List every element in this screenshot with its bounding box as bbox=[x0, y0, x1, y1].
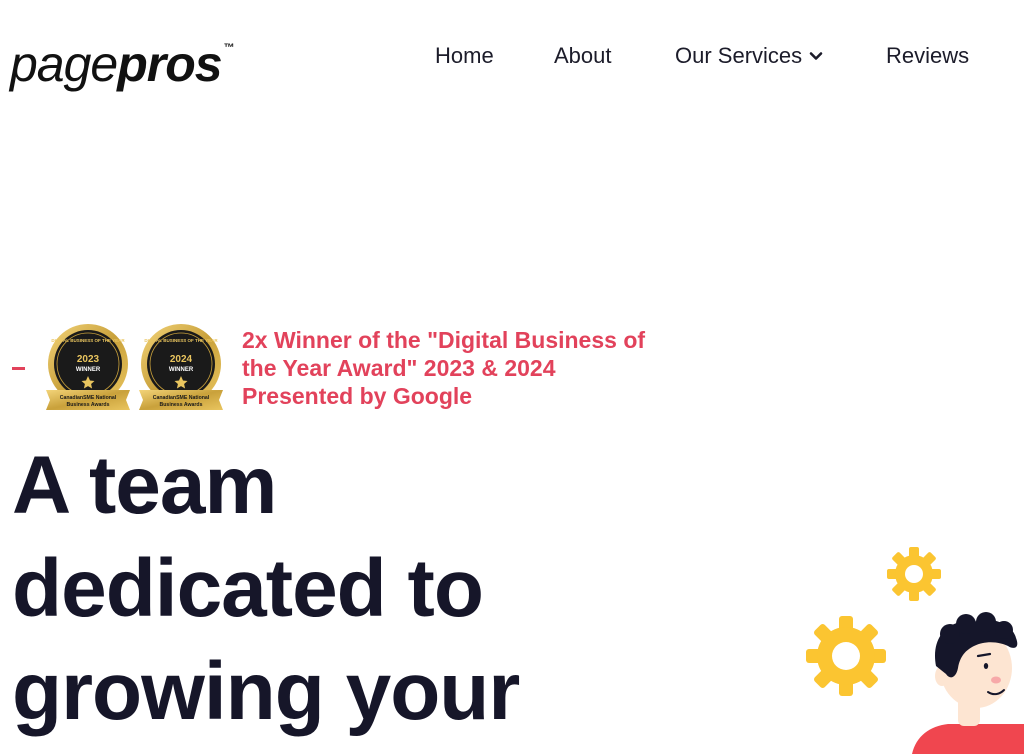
accent-dash bbox=[12, 367, 25, 370]
nav-our-services-dropdown[interactable]: Our Services bbox=[675, 40, 824, 72]
badge-ribbon-line1: CanadianSME National bbox=[60, 395, 117, 401]
badge-ribbon-line2: Business Awards bbox=[67, 402, 110, 408]
badge-arc-text: DIGITAL BUSINESS OF THE YEAR bbox=[144, 338, 218, 343]
award-text-line1: 2x Winner of the "Digital Business of bbox=[242, 327, 646, 353]
nav-our-services-label: Our Services bbox=[675, 43, 803, 68]
badge-ribbon-line1: CanadianSME National bbox=[153, 395, 210, 401]
award-text-line2: the Year Award" 2023 & 2024 bbox=[242, 355, 556, 381]
award-medal-icon: DIGITAL BUSINESS OF THE YEAR 2023 WINNER… bbox=[46, 324, 130, 410]
award-medal-icon: DIGITAL BUSINESS OF THE YEAR 2024 WINNER… bbox=[139, 324, 223, 410]
badge-arc-text: DIGITAL BUSINESS OF THE YEAR bbox=[51, 338, 125, 343]
hero-heading: A team dedicated to growing your bbox=[12, 434, 712, 743]
badge-year: 2023 bbox=[77, 354, 100, 365]
hero-line1: A team bbox=[12, 440, 277, 531]
badge-label: WINNER bbox=[169, 367, 194, 373]
badge-year: 2024 bbox=[170, 354, 193, 365]
hero-line2: dedicated to bbox=[12, 543, 484, 634]
nav-about-link[interactable]: About bbox=[554, 40, 612, 72]
gear-icon bbox=[806, 616, 886, 696]
badge-ribbon-line2: Business Awards bbox=[160, 402, 203, 408]
chevron-down-icon bbox=[809, 52, 823, 60]
gear-icon bbox=[887, 547, 941, 601]
person-illustration bbox=[912, 612, 1024, 754]
award-announcement: 2x Winner of the "Digital Business of th… bbox=[242, 326, 712, 410]
main-nav: Home About Our Services Reviews bbox=[0, 40, 1024, 74]
hero-illustration bbox=[806, 547, 1024, 754]
hero-line3: growing your bbox=[12, 646, 520, 737]
badge-label: WINNER bbox=[76, 367, 101, 373]
nav-reviews-link[interactable]: Reviews bbox=[886, 40, 969, 72]
nav-home-link[interactable]: Home bbox=[435, 40, 494, 72]
page: pagepros ™ Home About Our Services Review… bbox=[0, 0, 1024, 754]
award-text-line3: Presented by Google bbox=[242, 383, 473, 409]
